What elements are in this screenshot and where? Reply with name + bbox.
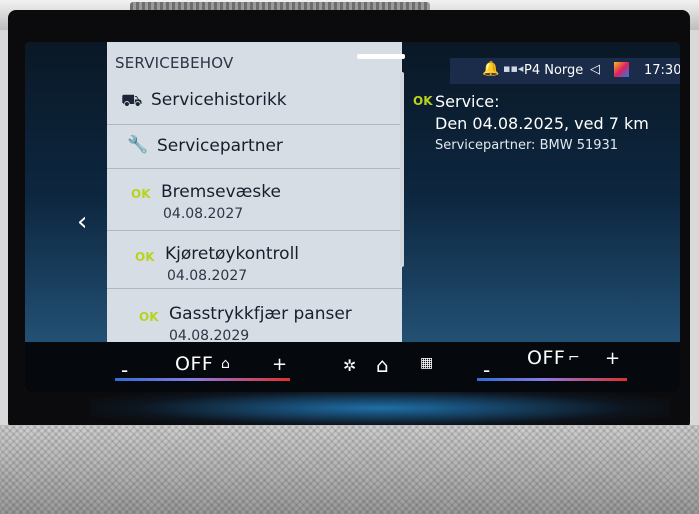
list-item-label: Bremsevæske — [161, 182, 281, 202]
car-book-icon: ⛟ — [121, 91, 143, 111]
ambient-light — [90, 388, 670, 428]
fan-icon[interactable]: ✲ — [343, 356, 356, 375]
speaker-icon[interactable]: ◁ — [590, 62, 600, 77]
ok-badge: OK — [139, 310, 159, 324]
ok-badge: OK — [413, 94, 433, 108]
list-item-servicepartner[interactable]: 🔧 Servicepartner — [107, 124, 402, 169]
seat-heat-icon: ⌂ — [221, 356, 230, 372]
list-item-kjoretoykontroll[interactable]: OK Kjøretøykontroll 04.08.2027 — [107, 230, 402, 289]
right-temp-plus-button[interactable]: + — [605, 348, 620, 369]
climate-bar: - OFF ⌂ + ✲ ⌂ ▦ - OFF ⌐ + — [25, 342, 680, 392]
clock: 17:30 — [644, 63, 680, 78]
apps-grid-icon[interactable]: ▦ — [420, 355, 433, 371]
wrench-icon: 🔧 — [127, 135, 149, 155]
detail-title: Service: — [435, 92, 500, 111]
dashboard-trim — [0, 425, 699, 514]
ok-badge: OK — [135, 250, 155, 264]
list-scrollbar[interactable] — [400, 72, 404, 267]
radio-station[interactable]: P4 Norge — [524, 63, 583, 78]
list-item-bremsevaeske[interactable]: OK Bremsevæske 04.08.2027 — [107, 168, 402, 231]
home-icon[interactable]: ⌂ — [376, 353, 389, 377]
list-item-label: Kjøretøykontroll — [165, 244, 300, 264]
right-seat-heat-value[interactable]: OFF — [527, 347, 565, 369]
list-item-label: Servicehistorikk — [151, 90, 287, 110]
panel-title: SERVICEBEHOV — [115, 54, 234, 72]
infotainment-screen: ‹ SERVICEBEHOV ⛟ Servicehistorikk 🔧 Serv… — [25, 42, 680, 392]
right-temp-bar — [477, 378, 627, 381]
detail-partner: Servicepartner: BMW 51931 — [435, 138, 619, 153]
list-item-servicehistorikk[interactable]: ⛟ Servicehistorikk — [107, 80, 402, 125]
seat-icon: ⌐ — [568, 350, 580, 366]
back-chevron-icon[interactable]: ‹ — [77, 207, 87, 237]
drag-handle[interactable] — [357, 54, 405, 59]
app-store-icon[interactable] — [614, 62, 629, 77]
status-bar: 🔔 ▪▪◂ P4 Norge ◁ 17:30 — [450, 58, 680, 84]
list-item-label: Servicepartner — [157, 136, 283, 156]
left-seat-heat-value[interactable]: OFF — [175, 353, 213, 375]
ok-badge: OK — [131, 187, 151, 201]
list-item-gasstrykkfjaer[interactable]: OK Gasstrykkfjær panser 04.08.2029 — [107, 288, 402, 344]
radio-icon: ▪▪◂ — [503, 62, 524, 75]
list-item-date: 04.08.2027 — [167, 268, 248, 284]
notification-bell-icon[interactable]: 🔔 — [482, 61, 499, 77]
service-list-panel: SERVICEBEHOV ⛟ Servicehistorikk 🔧 Servic… — [107, 42, 405, 344]
left-temp-plus-button[interactable]: + — [272, 354, 287, 375]
left-temp-bar — [115, 378, 290, 381]
detail-due-date: Den 04.08.2025, ved 7 km — [435, 114, 649, 133]
list-item-date: 04.08.2027 — [163, 206, 244, 222]
list-item-label: Gasstrykkfjær panser — [169, 304, 352, 324]
